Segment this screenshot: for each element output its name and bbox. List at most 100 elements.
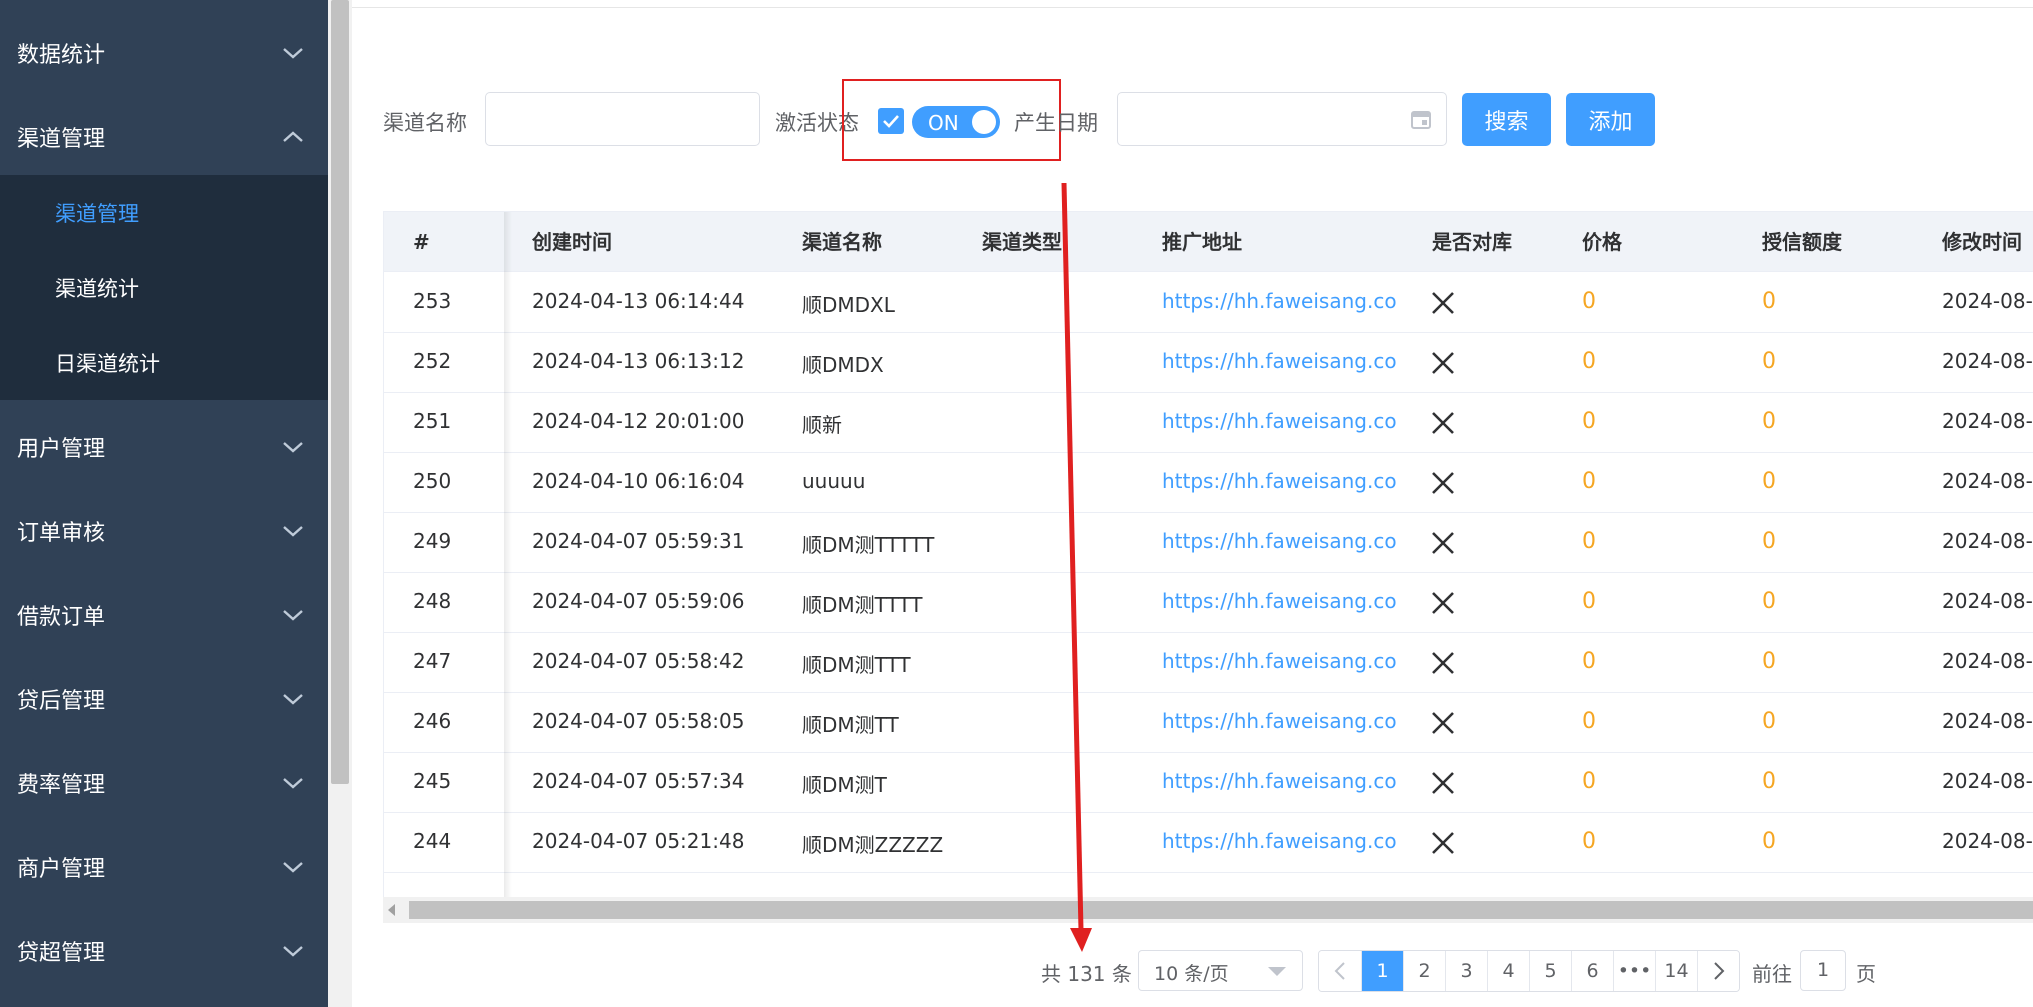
menu-group-label: 商户管理 — [17, 857, 106, 882]
cell-created: 2024-04-07 05:58:42 — [532, 649, 745, 673]
cell-id: 253 — [413, 289, 452, 313]
cell-created: 2024-04-13 06:13:12 — [532, 349, 745, 373]
more-pages-button[interactable]: ••• — [1613, 951, 1655, 991]
table-horizontal-scrollbar[interactable] — [383, 897, 2033, 923]
cell-url-link[interactable]: https://hh.faweisang.co — [1162, 649, 1397, 673]
menu-group-post-loan[interactable]: 贷后管理 — [0, 657, 328, 741]
column-header-name: 渠道名称 — [802, 230, 882, 254]
cell-url-link[interactable]: https://hh.faweisang.co — [1162, 709, 1397, 733]
menu-group-label: 借款订单 — [17, 605, 106, 630]
cell-created: 2024-04-07 05:59:06 — [532, 589, 745, 613]
cell-name: uuuuu — [802, 469, 866, 493]
page-size-select[interactable]: 10 条/页 — [1138, 950, 1303, 991]
table-row: 247 2024-04-07 05:58:42 顺DM测TTT https://hh.… — [384, 633, 2033, 693]
cell-credit: 0 — [1762, 769, 1776, 794]
channel-table: # 创建时间 渠道名称 渠道类型 推广地址 是否对库 价格 授信额度 修改时间 … — [383, 211, 2033, 897]
cell-id: 248 — [413, 589, 452, 613]
cell-credit: 0 — [1762, 529, 1776, 554]
page-button-3[interactable]: 3 — [1445, 951, 1487, 991]
menu-group-label: 贷超管理 — [17, 941, 106, 966]
menu-group-data-stats[interactable]: 数据统计 — [0, 11, 328, 95]
column-header-type: 渠道类型 — [982, 230, 1062, 254]
page-size-value: 10 条/页 — [1154, 963, 1229, 985]
column-header-is-db: 是否对库 — [1432, 230, 1512, 254]
scrollbar-thumb[interactable] — [409, 901, 2033, 919]
cell-url-link[interactable]: https://hh.faweisang.co — [1162, 529, 1397, 553]
cell-created: 2024-04-07 05:59:31 — [532, 529, 745, 553]
chevron-down-icon — [283, 694, 303, 705]
menu-group-channel-mgmt[interactable]: 渠道管理 — [0, 95, 328, 179]
cell-price: 0 — [1582, 829, 1596, 854]
search-button[interactable]: 搜索 — [1462, 93, 1551, 146]
column-header-price: 价格 — [1582, 230, 1622, 254]
cell-url-link[interactable]: https://hh.faweisang.co — [1162, 589, 1397, 613]
page-button-1[interactable]: 1 — [1361, 951, 1403, 991]
menu-group-label: 用户管理 — [17, 437, 106, 462]
menu-group-user-mgmt[interactable]: 用户管理 — [0, 405, 328, 489]
divider — [352, 7, 2033, 8]
cell-modified: 2024-08-0 — [1942, 289, 2033, 313]
cell-price: 0 — [1582, 289, 1596, 314]
page-button-last[interactable]: 14 — [1655, 951, 1697, 991]
scroll-left-icon[interactable] — [388, 904, 395, 916]
column-header-url: 推广地址 — [1162, 230, 1242, 254]
cell-modified: 2024-08-0 — [1942, 649, 2033, 673]
menu-group-merchant-mgmt[interactable]: 商户管理 — [0, 825, 328, 909]
column-header-id: # — [413, 230, 430, 254]
cell-modified: 2024-08-0 — [1942, 589, 2033, 613]
cell-url-link[interactable]: https://hh.faweisang.co — [1162, 409, 1397, 433]
sidebar-scrollbar[interactable] — [328, 0, 352, 1007]
menu-group-loan-orders[interactable]: 借款订单 — [0, 573, 328, 657]
prev-page-button[interactable] — [1319, 951, 1361, 991]
cell-created: 2024-04-10 06:16:04 — [532, 469, 745, 493]
cross-icon — [1432, 652, 1454, 674]
cross-icon — [1432, 772, 1454, 794]
menu-group-label: 费率管理 — [17, 773, 106, 798]
cell-credit: 0 — [1762, 469, 1776, 494]
cell-url-link[interactable]: https://hh.faweisang.co — [1162, 829, 1397, 853]
submenu-channel: 渠道管理 渠道统计 日渠道统计 — [0, 175, 328, 400]
pagination-total: 共 131 条 — [1041, 962, 1132, 986]
menu-group-rate-mgmt[interactable]: 费率管理 — [0, 741, 328, 825]
channel-name-input[interactable] — [485, 92, 760, 146]
cell-modified: 2024-08-0 — [1942, 469, 2033, 493]
cross-icon — [1432, 292, 1454, 314]
sidebar-item-channel-stats[interactable]: 渠道统计 — [0, 250, 328, 325]
page-button-5[interactable]: 5 — [1529, 951, 1571, 991]
cell-id: 245 — [413, 769, 452, 793]
cell-modified: 2024-08-0 — [1942, 349, 2033, 373]
cell-url-link[interactable]: https://hh.faweisang.co — [1162, 349, 1397, 373]
table-row: 251 2024-04-12 20:01:00 顺新 https://hh.fawei… — [384, 393, 2033, 453]
goto-page-input[interactable]: 1 — [1800, 950, 1846, 991]
next-page-button[interactable] — [1697, 951, 1739, 991]
cell-name: 顺DM测TTTTT — [802, 533, 935, 557]
pager: 1 2 3 4 5 6 ••• 14 — [1318, 950, 1740, 992]
table-row: 246 2024-04-07 05:58:05 顺DM测TT https://hh.f… — [384, 693, 2033, 753]
cell-modified: 2024-08-0 — [1942, 829, 2033, 853]
table-row: 248 2024-04-07 05:59:06 顺DM测TTTT https://hh… — [384, 573, 2033, 633]
cross-icon — [1432, 412, 1454, 434]
chevron-up-icon — [283, 131, 303, 142]
cell-url-link[interactable]: https://hh.faweisang.co — [1162, 469, 1397, 493]
menu-group-order-review[interactable]: 订单审核 — [0, 489, 328, 573]
cross-icon — [1432, 712, 1454, 734]
cell-url-link[interactable]: https://hh.faweisang.co — [1162, 289, 1397, 313]
add-button[interactable]: 添加 — [1566, 93, 1655, 146]
date-picker[interactable] — [1117, 92, 1447, 146]
sidebar-item-channel-mgmt[interactable]: 渠道管理 — [0, 175, 328, 250]
chevron-down-icon — [283, 48, 303, 59]
cell-url-link[interactable]: https://hh.faweisang.co — [1162, 769, 1397, 793]
cell-id: 252 — [413, 349, 452, 373]
page-button-2[interactable]: 2 — [1403, 951, 1445, 991]
cell-price: 0 — [1582, 769, 1596, 794]
cell-created: 2024-04-07 05:21:48 — [532, 829, 745, 853]
cell-modified: 2024-08-0 — [1942, 529, 2033, 553]
menu-group-loan-market[interactable]: 贷超管理 — [0, 909, 328, 993]
chevron-down-icon — [283, 778, 303, 789]
cell-modified: 2024-08-0 — [1942, 709, 2033, 733]
page-button-4[interactable]: 4 — [1487, 951, 1529, 991]
sidebar-item-daily-channel-stats[interactable]: 日渠道统计 — [0, 325, 328, 400]
scrollbar-thumb[interactable] — [331, 0, 349, 784]
cell-id: 244 — [413, 829, 452, 853]
page-button-6[interactable]: 6 — [1571, 951, 1613, 991]
